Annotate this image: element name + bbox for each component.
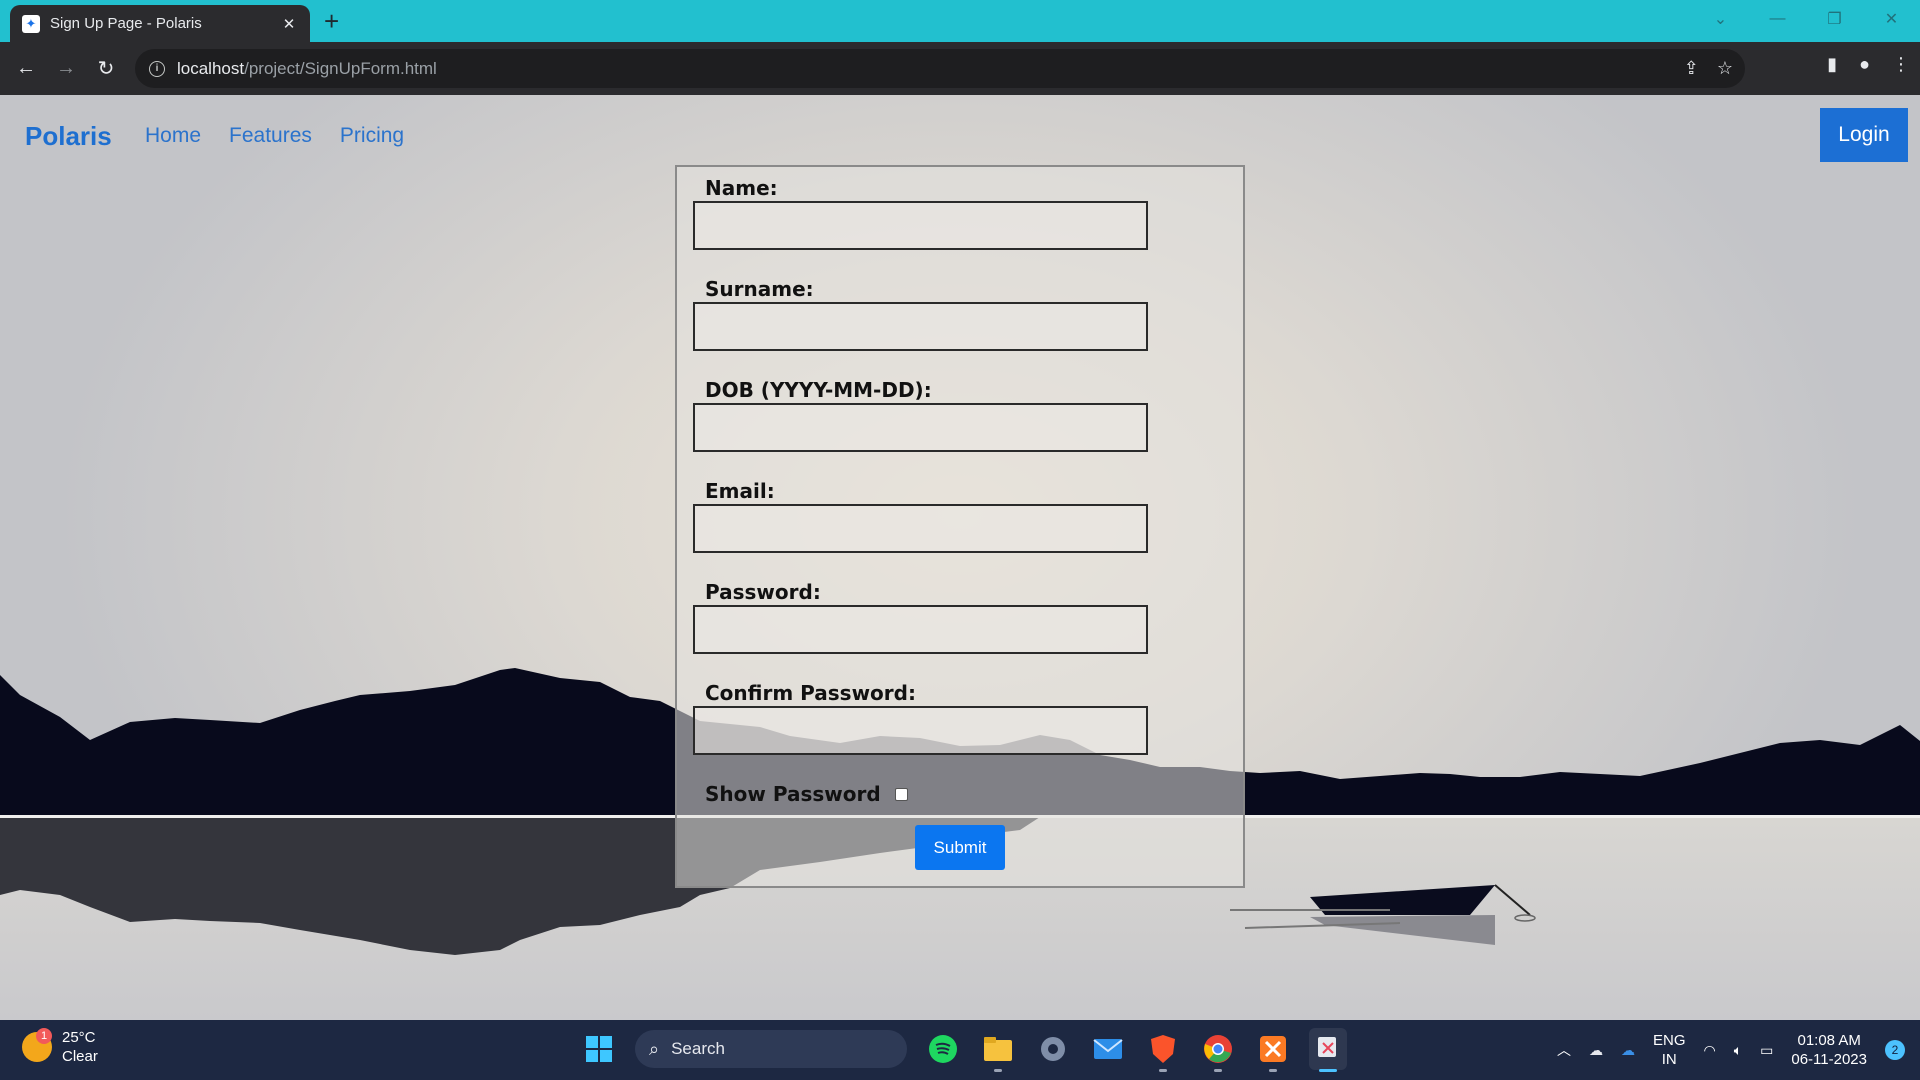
wifi-icon[interactable]: ◠ (1704, 1042, 1716, 1059)
brand-logo[interactable]: Polaris (25, 121, 112, 152)
confirm-password-input[interactable] (693, 706, 1148, 755)
taskbar-search[interactable]: ⌕ Search (635, 1030, 907, 1068)
taskbar-apps: ⌕ Search (580, 1028, 1347, 1072)
mail-icon[interactable] (1089, 1028, 1127, 1070)
minimize-button[interactable]: — (1749, 10, 1806, 28)
nav-link-pricing[interactable]: Pricing (340, 124, 404, 148)
running-indicator (1159, 1069, 1167, 1072)
show-password-checkbox[interactable] (894, 787, 908, 801)
site-info-icon[interactable]: i (149, 60, 165, 77)
dob-label: DOB (YYYY-MM-DD): (705, 378, 932, 402)
onedrive-icon[interactable]: ☁ (1621, 1042, 1635, 1059)
window-controls: ⌄ — ❐ ✕ (1692, 0, 1920, 38)
nav-links: Home Features Pricing (145, 124, 404, 148)
running-indicator (994, 1069, 1002, 1072)
close-window-button[interactable]: ✕ (1863, 9, 1920, 29)
browser-tab-active[interactable]: ✦ Sign Up Page - Polaris ✕ (10, 5, 310, 42)
email-label: Email: (705, 479, 775, 503)
surname-input[interactable] (693, 302, 1148, 351)
address-bar[interactable]: i localhost /project/SignUpForm.html ⇪ ☆ (135, 49, 1745, 88)
clock-date: 06-11-2023 (1791, 1051, 1867, 1068)
new-tab-button[interactable]: + (324, 8, 339, 34)
page-viewport: Polaris Home Features Pricing Login Name… (0, 95, 1920, 1020)
browser-tab-strip: ✦ Sign Up Page - Polaris ✕ + ⌄ — ❐ ✕ (0, 0, 1920, 42)
notification-count-badge[interactable]: 2 (1885, 1040, 1905, 1060)
url-host: localhost (177, 58, 245, 78)
clock-time: 01:08 AM (1797, 1032, 1861, 1049)
volume-icon[interactable]: 🔈︎ (1734, 1042, 1742, 1059)
side-panel-icon[interactable]: ▮ (1827, 54, 1837, 75)
surname-label: Surname: (705, 277, 814, 301)
system-tray: ︿ ☁ ☁ ENG IN ◠ 🔈︎ ▭ 01:08 AM 06-11-2023 … (1557, 1020, 1905, 1080)
dob-input[interactable] (693, 403, 1148, 452)
cloud-icon[interactable]: ☁ (1589, 1042, 1603, 1059)
menu-kebab-icon[interactable]: ⋮ (1892, 54, 1910, 75)
confirm-password-label: Confirm Password: (705, 681, 916, 705)
start-windows-icon[interactable] (580, 1028, 618, 1070)
language-indicator[interactable]: ENG IN (1653, 1031, 1686, 1069)
back-button[interactable]: ← (6, 57, 46, 80)
restore-button[interactable]: ❐ (1806, 9, 1863, 29)
tab-title: Sign Up Page - Polaris (50, 15, 202, 32)
tab-close-icon[interactable]: ✕ (280, 15, 298, 33)
browser-toolbar: ← → ↻ i localhost /project/SignUpForm.ht… (0, 42, 1920, 95)
show-password-row: Show Password (705, 782, 908, 806)
running-indicator (1214, 1069, 1222, 1072)
battery-icon[interactable]: ▭ (1760, 1042, 1773, 1059)
search-label: Search (671, 1039, 725, 1058)
forward-button[interactable]: → (46, 57, 86, 80)
lang-code: ENG (1653, 1032, 1686, 1049)
reload-button[interactable]: ↻ (86, 56, 126, 81)
xampp-icon[interactable] (1254, 1028, 1292, 1072)
share-icon[interactable]: ⇪ (1684, 58, 1699, 79)
clock[interactable]: 01:08 AM 06-11-2023 (1791, 1031, 1867, 1069)
submit-button[interactable]: Submit (915, 825, 1005, 870)
search-icon: ⌕ (649, 1038, 660, 1059)
show-password-label: Show Password (705, 782, 881, 806)
bookmark-star-icon[interactable]: ☆ (1717, 58, 1733, 79)
signup-form: Name: Surname: DOB (YYYY-MM-DD): Email: … (675, 165, 1245, 888)
name-input[interactable] (693, 201, 1148, 250)
show-hidden-icons-chevron-icon[interactable]: ︿ (1557, 1040, 1571, 1060)
weather-badge: 1 (36, 1028, 52, 1044)
site-navbar: Polaris Home Features Pricing Login (0, 95, 1920, 175)
password-input[interactable] (693, 605, 1148, 654)
spotify-icon[interactable] (924, 1028, 962, 1070)
chrome-icon[interactable] (1199, 1028, 1237, 1072)
weather-widget[interactable]: 1 25°C Clear (22, 1028, 98, 1066)
nav-link-home[interactable]: Home (145, 124, 201, 148)
password-label: Password: (705, 580, 821, 604)
tab-search-chevron-icon[interactable]: ⌄ (1692, 9, 1749, 29)
active-indicator (1319, 1069, 1337, 1072)
file-explorer-icon[interactable] (979, 1028, 1017, 1072)
moon-weather-icon: 1 (22, 1028, 52, 1062)
running-indicator (1269, 1069, 1277, 1072)
brave-browser-icon[interactable] (1144, 1028, 1182, 1072)
windows-taskbar: 1 25°C Clear ⌕ Search ︿ ☁ ☁ ENG IN ◠ 🔈︎ … (0, 1020, 1920, 1080)
email-input[interactable] (693, 504, 1148, 553)
profile-icon[interactable]: ● (1859, 54, 1870, 75)
snipping-tool-icon[interactable] (1309, 1028, 1347, 1072)
url-path: /project/SignUpForm.html (244, 58, 437, 78)
login-button[interactable]: Login (1820, 108, 1908, 162)
polaris-favicon-icon: ✦ (22, 14, 40, 33)
name-label: Name: (705, 176, 778, 200)
nav-link-features[interactable]: Features (229, 124, 312, 148)
settings-gear-icon[interactable] (1034, 1028, 1072, 1070)
lang-region: IN (1661, 1051, 1677, 1068)
weather-condition: Clear (62, 1048, 98, 1065)
weather-temp: 25°C (62, 1029, 96, 1046)
